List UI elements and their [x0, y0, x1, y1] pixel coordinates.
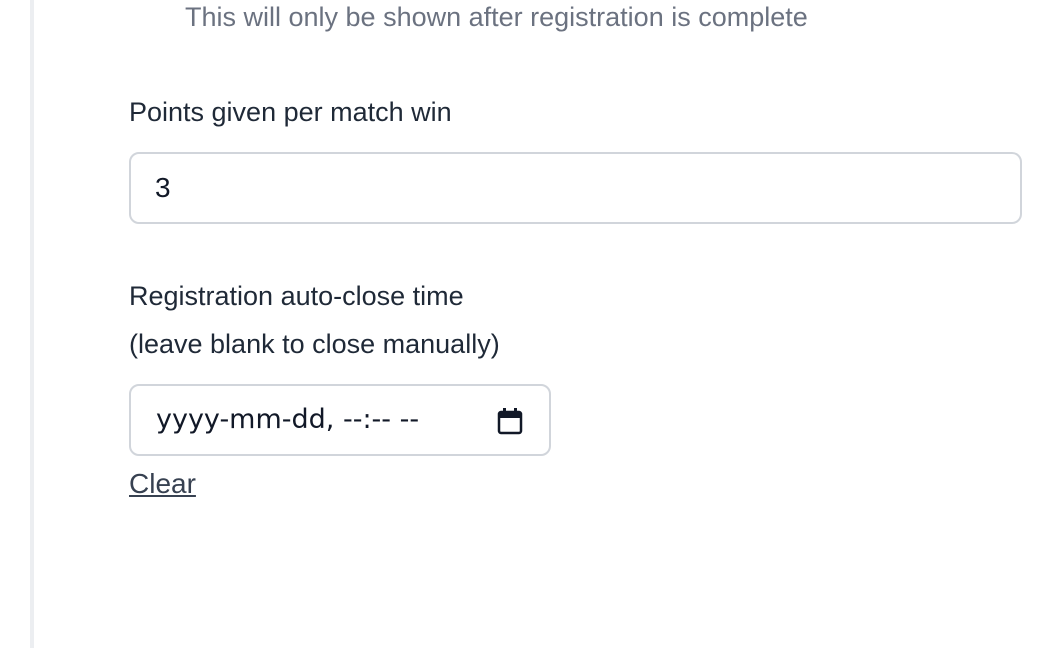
calendar-icon[interactable] [496, 406, 524, 436]
auto-close-datetime-input[interactable]: yyyy-mm-dd, --:-- -- [129, 384, 551, 456]
points-label: Points given per match win [129, 97, 452, 127]
helper-text: This will only be shown after registrati… [185, 2, 808, 32]
clear-link[interactable]: Clear [129, 464, 196, 504]
auto-close-label: Registration auto-close time [129, 281, 464, 311]
form-page: This will only be shown after registrati… [0, 0, 1058, 648]
points-per-win-input[interactable] [129, 152, 1022, 224]
left-divider [30, 0, 34, 648]
datetime-placeholder: yyyy-mm-dd, --:-- -- [156, 404, 420, 435]
auto-close-sublabel: (leave blank to close manually) [129, 329, 500, 359]
